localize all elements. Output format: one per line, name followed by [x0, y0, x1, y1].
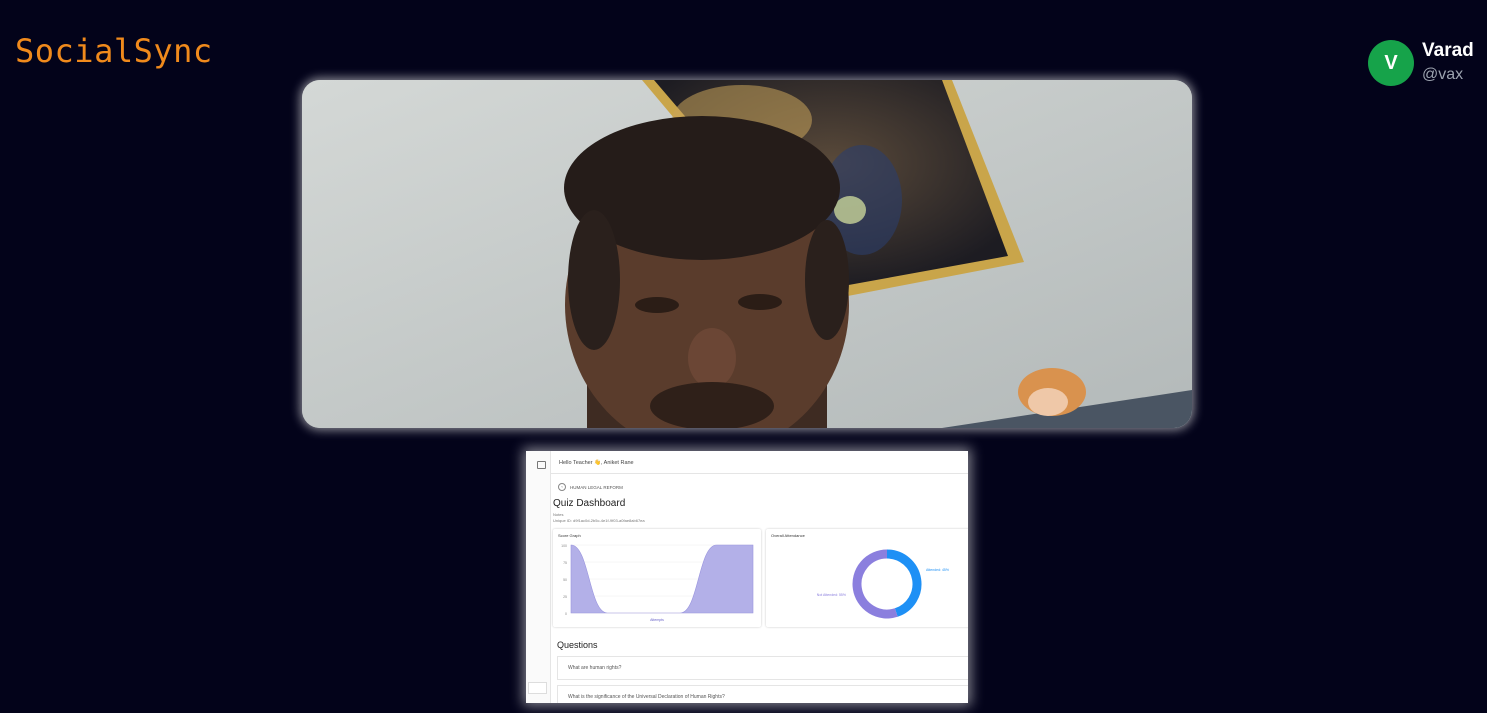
attendance-donut-chart: Attended: 45% Not Attended: 55% — [817, 549, 949, 619]
avatar[interactable]: V — [1368, 40, 1414, 86]
donut-slice-not-attended — [852, 549, 898, 619]
user-info: Varad @vax — [1422, 40, 1474, 86]
quiz-meta-notes: Notes — [553, 512, 564, 517]
question-item[interactable]: What are human rights? — [557, 656, 968, 680]
score-graph-card: Score Graph 100 75 50 25 0 Attempts — [553, 529, 761, 627]
screen-share-window[interactable]: Hello Teacher 👋, Aniket Rane ‹ HUMAN LEG… — [526, 451, 968, 703]
y-tick-label: 100 — [561, 544, 567, 548]
app-logo[interactable]: SocialSync — [15, 32, 213, 70]
questions-heading: Questions — [557, 640, 598, 650]
score-graph-chart: 100 75 50 25 0 Attempts — [561, 544, 754, 622]
sidebar-button[interactable] — [528, 682, 547, 694]
back-link[interactable]: ‹ HUMAN LEGAL REFORM — [558, 483, 623, 491]
donut-slice-attended — [886, 549, 922, 617]
back-label: HUMAN LEGAL REFORM — [570, 484, 623, 490]
present-label: Attended: 45% — [926, 568, 949, 572]
y-tick-label: 0 — [565, 612, 567, 616]
camera-video-feed[interactable] — [302, 80, 1192, 428]
share-sidebar — [526, 451, 551, 703]
back-arrow-icon[interactable]: ‹ — [558, 483, 566, 491]
greeting-text: Hello Teacher 👋, Aniket Rane — [559, 460, 634, 466]
donut-slices — [852, 549, 922, 619]
question-item[interactable]: What is the significance of the Universa… — [557, 685, 968, 703]
y-tick-label: 75 — [563, 561, 567, 565]
quiz-title: Quiz Dashboard — [553, 498, 626, 509]
webcam-image — [302, 80, 1192, 428]
y-tick-label: 50 — [563, 578, 567, 582]
menu-icon[interactable] — [537, 461, 546, 469]
absent-label: Not Attended: 55% — [817, 593, 846, 597]
user-name: Varad — [1422, 40, 1474, 61]
attendance-card: Overall Attendance Attended: 45% Not Att… — [766, 529, 968, 627]
x-axis-label: Attempts — [650, 618, 664, 622]
share-topbar: Hello Teacher 👋, Aniket Rane — [551, 451, 968, 474]
quiz-meta-id: Unique ID: d9f1ac0d-2b5c-4e1f-9f03-a0fae… — [553, 518, 645, 523]
user-profile[interactable]: V Varad @vax — [1368, 40, 1474, 86]
question-text: What are human rights? — [568, 665, 622, 671]
y-tick-label: 25 — [563, 595, 567, 599]
question-text: What is the significance of the Universa… — [568, 694, 725, 700]
user-handle: @vax — [1422, 66, 1464, 83]
